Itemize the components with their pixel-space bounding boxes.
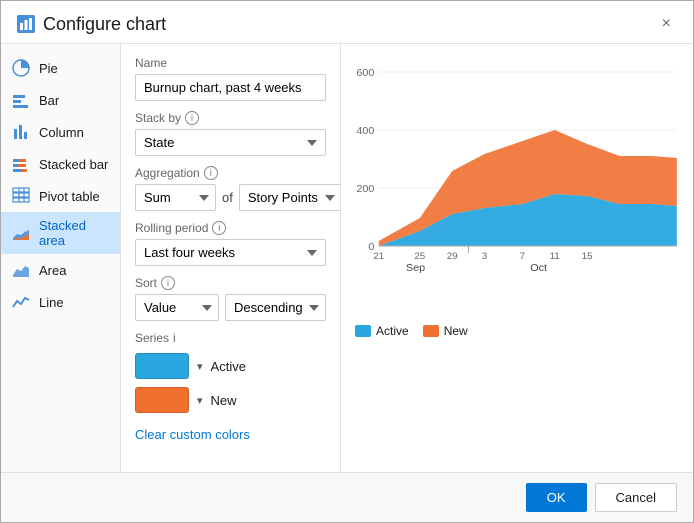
chart-svg-container: 600 400 200 0 xyxy=(355,56,679,316)
rolling-period-info-icon[interactable]: i xyxy=(212,221,226,235)
column-icon xyxy=(11,122,31,142)
chart-type-line[interactable]: Line xyxy=(1,286,120,318)
legend-active: Active xyxy=(355,324,409,338)
area-label: Area xyxy=(39,263,66,278)
svg-text:25: 25 xyxy=(414,251,425,261)
series-item-active: ▾ Active xyxy=(135,353,326,379)
series-active-name: Active xyxy=(211,359,246,374)
name-input[interactable] xyxy=(135,74,326,101)
dialog-title: Configure chart xyxy=(43,14,656,35)
sort-order-select[interactable]: Descending Ascending xyxy=(225,294,326,321)
svg-text:400: 400 xyxy=(356,126,374,137)
chart-area: 600 400 200 0 xyxy=(355,56,679,460)
rolling-period-label-row: Rolling period i xyxy=(135,221,326,235)
chart-type-pie[interactable]: Pie xyxy=(1,52,120,84)
pie-label: Pie xyxy=(39,61,58,76)
aggregation-of-text: of xyxy=(222,190,233,205)
series-item-new: ▾ New xyxy=(135,387,326,413)
chart-type-bar[interactable]: Bar xyxy=(1,84,120,116)
title-bar: Configure chart × xyxy=(1,1,693,44)
series-new-color-swatch[interactable] xyxy=(135,387,189,413)
sort-value-select[interactable]: Value Label xyxy=(135,294,219,321)
svg-text:Sep: Sep xyxy=(406,263,425,274)
stack-by-info-icon[interactable]: i xyxy=(185,111,199,125)
aggregation-info-icon[interactable]: i xyxy=(204,166,218,180)
chart-type-column[interactable]: Column xyxy=(1,116,120,148)
pie-icon xyxy=(11,58,31,78)
ok-button[interactable]: OK xyxy=(526,483,587,512)
rolling-period-select[interactable]: Last four weeks Last two weeks Last thre… xyxy=(135,239,326,266)
bar-label: Bar xyxy=(39,93,59,108)
legend-new-label: New xyxy=(444,324,468,338)
sort-label-row: Sort i xyxy=(135,276,326,290)
aggregation-label-row: Aggregation i xyxy=(135,166,326,180)
chart-legend: Active New xyxy=(355,324,679,338)
column-label: Column xyxy=(39,125,84,140)
svg-text:600: 600 xyxy=(356,68,374,79)
chart-type-stacked-bar[interactable]: Stacked bar xyxy=(1,148,120,180)
chart-type-panel: Pie Bar xyxy=(1,44,121,472)
svg-text:29: 29 xyxy=(447,251,458,261)
stacked-area-label: Stacked area xyxy=(39,218,110,248)
bar-icon xyxy=(11,90,31,110)
series-new-name: New xyxy=(211,393,237,408)
svg-text:15: 15 xyxy=(582,251,593,261)
dialog-body: Pie Bar xyxy=(1,44,693,472)
dialog-footer: OK Cancel xyxy=(1,472,693,522)
legend-new: New xyxy=(423,324,468,338)
sort-row: Value Label Descending Ascending xyxy=(135,294,326,321)
legend-active-swatch xyxy=(355,325,371,337)
stack-by-label-row: Stack by i xyxy=(135,111,326,125)
series-active-color-swatch[interactable] xyxy=(135,353,189,379)
sort-info-icon[interactable]: i xyxy=(161,276,175,290)
series-new-chevron[interactable]: ▾ xyxy=(197,394,203,407)
cancel-button[interactable]: Cancel xyxy=(595,483,677,512)
stacked-bar-label: Stacked bar xyxy=(39,157,108,172)
chart-svg: 600 400 200 0 xyxy=(355,56,679,316)
name-label: Name xyxy=(135,56,326,70)
pivot-label: Pivot table xyxy=(39,189,100,204)
series-info-icon[interactable]: i xyxy=(173,331,176,345)
dialog-icon xyxy=(17,15,35,33)
stacked-area-icon xyxy=(11,223,31,243)
chart-type-pivot-table[interactable]: Pivot table xyxy=(1,180,120,212)
legend-active-label: Active xyxy=(376,324,409,338)
chart-type-area[interactable]: Area xyxy=(1,254,120,286)
svg-text:21: 21 xyxy=(373,251,384,261)
legend-new-swatch xyxy=(423,325,439,337)
svg-text:Oct: Oct xyxy=(530,263,547,274)
aggregation-sum-select[interactable]: Sum Count Average xyxy=(135,184,216,211)
form-panel: Name Stack by i State Aggregation i Sum … xyxy=(121,44,341,472)
aggregation-field-select[interactable]: Story Points Count xyxy=(239,184,341,211)
stack-by-select[interactable]: State xyxy=(135,129,326,156)
chart-preview-panel: 600 400 200 0 xyxy=(341,44,693,472)
area-icon xyxy=(11,260,31,280)
svg-text:7: 7 xyxy=(520,251,525,261)
svg-text:200: 200 xyxy=(356,184,374,195)
configure-chart-dialog: Configure chart × Pie xyxy=(0,0,694,523)
line-label: Line xyxy=(39,295,64,310)
aggregation-row: Sum Count Average of Story Points Count xyxy=(135,184,326,211)
series-label-row: Series i xyxy=(135,331,326,345)
line-icon xyxy=(11,292,31,312)
pivot-icon xyxy=(11,186,31,206)
stacked-bar-icon xyxy=(11,154,31,174)
close-button[interactable]: × xyxy=(656,13,677,35)
chart-type-stacked-area[interactable]: Stacked area xyxy=(1,212,120,254)
series-active-chevron[interactable]: ▾ xyxy=(197,360,203,373)
series-section: Series i ▾ Active ▾ New Clear custom col… xyxy=(135,331,326,442)
clear-custom-colors-link[interactable]: Clear custom colors xyxy=(135,427,250,442)
svg-text:3: 3 xyxy=(482,251,487,261)
svg-text:11: 11 xyxy=(550,251,560,261)
